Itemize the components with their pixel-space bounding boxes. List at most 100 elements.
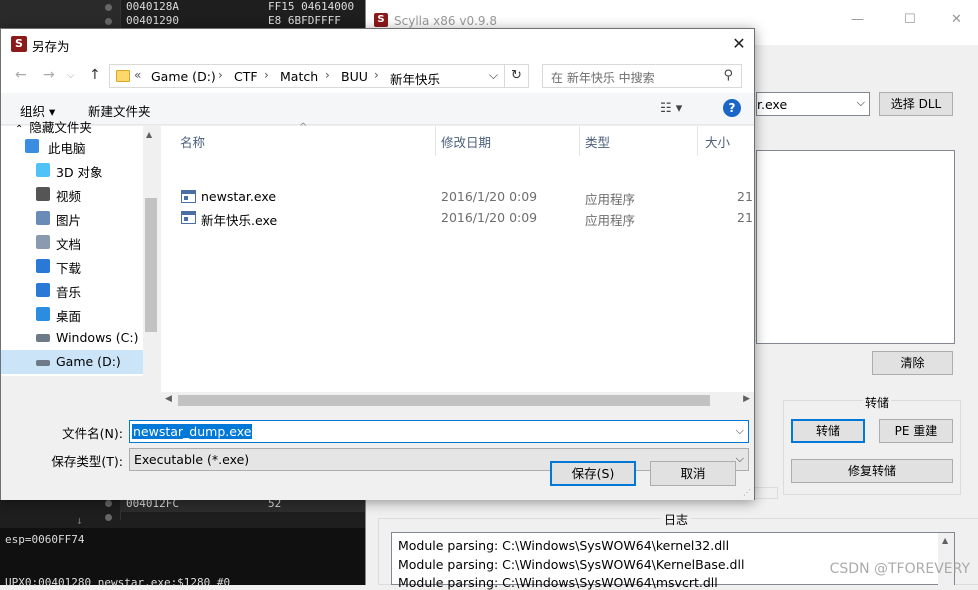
desktop-icon [36,307,50,321]
nav-item-desktop[interactable]: 桌面 [1,302,143,326]
column-header-name[interactable]: 名称 [180,132,205,151]
dump-button[interactable]: 转储 [791,419,865,443]
refresh-icon[interactable]: ↻ [504,65,528,87]
breakpoint-dot[interactable] [105,500,112,507]
choose-dll-button[interactable]: 选择 DLL [879,92,953,116]
pe-rebuild-button[interactable]: PE 重建 [879,419,953,443]
dialog-titlebar: S 另存为 ✕ [1,29,754,59]
nav-item-videos[interactable]: 视频 [1,182,143,206]
maximize-icon[interactable]: ☐ [904,12,916,27]
disasm-row[interactable]: 0040128A [126,0,179,14]
nav-item-documents[interactable]: 文档 [1,230,143,254]
navigation-scrollbar[interactable]: ▲ [143,126,159,376]
status-line: UPX0:00401280 newstar.exe:$1280 #0 [5,576,231,589]
column-divider[interactable] [579,126,580,156]
filename-input[interactable]: newstar_dump.exe ⌵ [129,420,749,443]
fix-dump-button[interactable]: 修复转储 [791,459,953,483]
breadcrumb-item[interactable]: Match [280,69,318,84]
nav-item-3d-objects[interactable]: 3D 对象 [1,158,143,182]
breadcrumb-separator-icon[interactable]: › [264,68,269,82]
close-icon[interactable]: ✕ [951,12,962,27]
column-divider[interactable] [697,126,698,156]
dialog-toolbar: 组织 ▾ 新建文件夹 ☷ ▾ ? [1,93,754,125]
scroll-up-icon[interactable]: ▲ [942,536,948,545]
scylla-app-icon: S [374,13,388,27]
dump-group-label: 转储 [863,394,892,411]
download-icon [36,259,50,273]
help-icon[interactable]: ? [723,99,741,117]
esp-readout: esp=0060FF74 [5,533,85,546]
nav-item-pictures[interactable]: 图片 [1,206,143,230]
file-row[interactable]: newstar.exe 2016/1/20 0:09 应用程序 21 [161,186,754,208]
drive-icon [36,360,50,366]
column-divider[interactable] [435,126,436,156]
chevron-down-icon[interactable]: ⌵ [736,424,744,438]
save-button[interactable]: 保存(S) [550,461,636,486]
log-line: Module parsing: C:\Windows\SysWOW64\Kern… [398,557,745,572]
nav-item-label: 图片 [56,213,82,228]
file-name: 新年快乐.exe [201,213,278,228]
file-row[interactable]: 新年快乐.exe 2016/1/20 0:09 应用程序 21 [161,207,754,229]
column-header-type[interactable]: 类型 [585,132,610,151]
breadcrumb-separator-icon[interactable]: › [325,68,330,82]
nav-item-music[interactable]: 音乐 [1,278,143,302]
search-input[interactable]: 在 新年快乐 中搜索 ⚲ [542,64,742,88]
disasm-address: 0040128A [126,0,179,13]
breakpoint-dot[interactable] [105,4,112,11]
breadcrumb-separator-icon[interactable]: › [218,68,223,82]
watermark: CSDN @TFOREVERY [829,561,970,577]
breadcrumb-overflow[interactable]: « [134,68,141,82]
breakpoint-dot[interactable] [105,18,112,25]
file-type: 应用程序 [585,192,636,207]
breadcrumb-item[interactable]: 新年快乐 [390,69,440,88]
debugger-gutter [0,0,120,30]
breadcrumb-item[interactable]: CTF [234,69,258,84]
nav-item-label: Game (D:) [56,354,121,369]
breadcrumb-item[interactable]: BUU [341,69,368,84]
dll-combo[interactable]: r.exe ⌵ [756,92,870,116]
scrollbar-thumb[interactable] [178,395,710,406]
log-line: Module parsing: C:\Windows\SysWOW64\msvc… [398,575,718,590]
nav-item-this-pc[interactable]: 此电脑 [1,134,143,158]
clear-button[interactable]: 清除 [872,351,953,375]
log-scrollbar[interactable]: ▲ [938,533,954,585]
scroll-up-icon[interactable]: ▲ [146,130,152,139]
nav-item-downloads[interactable]: 下载 [1,254,143,278]
filetype-label: 保存类型(T): [51,454,123,469]
view-options-icon[interactable]: ☷ ▾ [660,101,682,116]
nav-item-windows-c[interactable]: Windows (C:) [1,326,143,350]
dialog-title: 另存为 [32,39,70,54]
up-arrow-icon[interactable]: ↑ [89,67,101,83]
navigation-pane: 此电脑 3D 对象 视频 图片 文档 下载 音乐 桌面 Windows (C:)… [1,126,159,376]
log-line: Module parsing: C:\Windows\SysWOW64\kern… [398,538,730,553]
chevron-down-icon[interactable]: ⌵ [67,70,75,81]
breakpoint-dot[interactable] [105,514,112,521]
scroll-left-icon[interactable]: ◀ [165,394,172,404]
address-bar[interactable]: « Game (D:) › CTF › Match › BUU › 新年快乐 ⌵… [109,64,529,88]
disasm-bytes-text: E8 6BFDFFFF [268,14,341,27]
scroll-right-icon[interactable]: ▶ [743,394,750,404]
sort-ascending-icon: ^ [299,122,308,133]
file-list-scrollbar[interactable]: ◀ ▶ [161,392,754,409]
breadcrumb-item[interactable]: Game (D:) [151,69,216,84]
hide-folders-toggle[interactable]: ⌃ 隐藏文件夹 [15,117,92,136]
cube-icon [36,163,50,177]
hide-folders-label: 隐藏文件夹 [29,120,92,135]
resize-grip-icon[interactable]: ⋰ [743,488,751,497]
cancel-button[interactable]: 取消 [650,461,736,486]
chevron-down-icon[interactable]: ⌵ [489,68,498,83]
nav-item-label: 下载 [56,261,82,276]
forward-arrow-icon[interactable]: → [43,67,55,83]
breadcrumb-separator-icon[interactable]: › [374,68,379,82]
close-icon[interactable]: ✕ [724,29,754,59]
back-arrow-icon[interactable]: ← [15,67,27,83]
disasm-row[interactable]: 00401290 [126,14,179,28]
scrollbar-thumb[interactable] [145,198,157,332]
column-header-date[interactable]: 修改日期 [441,132,491,151]
down-arrow-icon: ↓ [76,514,83,527]
nav-item-game-d[interactable]: Game (D:) [1,350,143,374]
minimize-icon[interactable]: — [851,12,864,27]
new-folder-button[interactable]: 新建文件夹 [88,101,151,120]
column-header-size[interactable]: 大小 [705,132,730,151]
imports-tree[interactable] [756,150,955,344]
